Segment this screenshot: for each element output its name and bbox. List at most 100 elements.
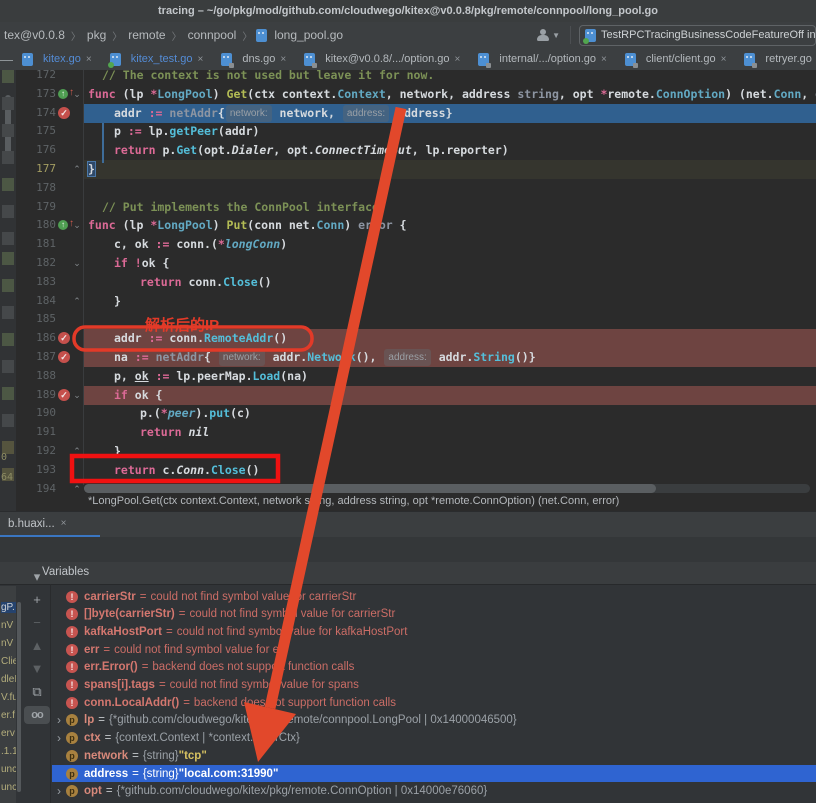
go-file-icon <box>221 53 232 66</box>
verified-breakpoint-icon[interactable]: ✓ <box>58 351 70 363</box>
frame-item-clipped[interactable]: er.f <box>1 710 16 721</box>
editor-tab-dns-go[interactable]: dns.go× <box>212 48 295 70</box>
close-icon[interactable]: × <box>61 518 67 529</box>
code-text[interactable]: } <box>88 161 95 178</box>
variable-row-err-error-[interactable]: !err.Error()=backend does not support fu… <box>52 659 816 676</box>
code-text[interactable]: na := netAddr{ network: addr.Network(), … <box>114 349 536 366</box>
editor-tab-retryer-go[interactable]: retryer.go× <box>735 48 816 70</box>
duplicate-watch-button[interactable]: ⧉ <box>24 683 50 701</box>
code-text[interactable]: // Put implements the ConnPool interface… <box>102 199 386 216</box>
fold-marker-icon[interactable]: ⌄ <box>72 255 82 271</box>
expand-chevron-icon[interactable]: › <box>52 713 66 727</box>
frame-item-clipped[interactable]: gP. <box>1 602 16 613</box>
code-editor[interactable]: 064 172// The context is not used but le… <box>0 70 816 511</box>
editor-tab-internal-option-go[interactable]: internal/.../option.go× <box>469 48 615 70</box>
frame-item-clipped[interactable]: nV <box>1 620 16 631</box>
variable-row-ctx[interactable]: ›pctx={context.Context | *context.timerC… <box>52 730 816 747</box>
code-text[interactable]: // The context is not used but leave it … <box>102 70 434 84</box>
fold-marker-icon[interactable]: ⌄ <box>72 387 82 403</box>
breadcrumb-item-tex-v0-0-8[interactable]: tex@v0.0.8 <box>2 28 67 42</box>
variable-row-network[interactable]: pnetwork={string} "tcp" <box>52 747 816 764</box>
tab-overflow-dash-icon[interactable]: — <box>0 48 13 70</box>
code-text[interactable]: if ok { <box>114 387 162 404</box>
code-text[interactable]: addr := netAddr{network: network, addres… <box>114 105 453 122</box>
code-text[interactable]: func (lp *LongPool) Put(conn net.Conn) e… <box>88 217 407 234</box>
editor-tab-kitex-test-go[interactable]: kitex_test.go× <box>101 48 213 70</box>
fold-marker-icon[interactable]: ⌃ <box>72 443 82 459</box>
frame-item-clipped[interactable]: .1.1 <box>1 746 16 757</box>
code-text[interactable]: return c.Conn.Close() <box>114 462 259 479</box>
code-text[interactable]: return nil <box>140 424 209 441</box>
editor-tab-kitex-go[interactable]: kitex.go× <box>13 48 101 70</box>
variable-row-conn-localaddr-[interactable]: !conn.LocalAddr()=backend does not suppo… <box>52 694 816 711</box>
variable-name: opt <box>84 785 102 797</box>
breadcrumb-item-remote[interactable]: remote <box>126 28 167 42</box>
move-watch-down-button[interactable]: ▼ <box>24 660 50 678</box>
code-text[interactable]: p.(*peer).put(c) <box>140 405 251 422</box>
variable-row-carrierstr[interactable]: !carrierStr=could not find symbol value … <box>52 588 816 605</box>
code-text[interactable]: p := lp.getPeer(addr) <box>114 123 259 140</box>
frame-item-clipped[interactable]: nV <box>1 638 16 649</box>
code-text[interactable]: return p.Get(opt.Dialer, opt.ConnectTime… <box>114 142 509 159</box>
horizontal-scrollbar-thumb[interactable] <box>84 484 656 493</box>
expand-chevron-icon[interactable]: › <box>52 784 66 798</box>
editor-tab-kitex-v0-0-8-option-go[interactable]: kitex@v0.0.8/.../option.go× <box>295 48 469 70</box>
frames-scrollbar[interactable] <box>17 602 21 792</box>
close-icon[interactable]: × <box>86 54 92 65</box>
breadcrumb-item-connpool[interactable]: connpool <box>186 28 239 42</box>
close-icon[interactable]: × <box>198 54 204 65</box>
variable-row-kafkahostport[interactable]: !kafkaHostPort=could not find symbol val… <box>52 623 816 640</box>
line-number: 191 <box>16 425 56 438</box>
go-file-icon <box>304 53 315 66</box>
variable-row--byte-carrierstr-[interactable]: ![]byte(carrierStr)=could not find symbo… <box>52 606 816 623</box>
breadcrumb-separator: 〉 <box>108 28 126 43</box>
fold-marker-icon[interactable]: ⌃ <box>72 161 82 177</box>
close-icon[interactable]: × <box>601 54 607 65</box>
code-text[interactable]: c, ok := conn.(*longConn) <box>114 236 287 253</box>
code-text[interactable]: if !ok { <box>114 255 169 272</box>
verified-breakpoint-icon[interactable]: ✓ <box>58 107 70 119</box>
variable-row-address[interactable]: paddress={string} "local.com:31990" <box>52 765 816 782</box>
frame-item-clipped[interactable]: Clie <box>1 656 16 667</box>
equals-sign: = <box>183 697 190 709</box>
variable-row-err[interactable]: !err=could not find symbol value for err <box>52 641 816 658</box>
verified-breakpoint-icon[interactable]: ✓ <box>58 332 70 344</box>
breadcrumb-item-long-pool-go[interactable]: long_pool.go <box>272 28 345 42</box>
code-text[interactable]: p, ok := lp.peerMap.Load(na) <box>114 368 308 385</box>
breadcrumb-item-pkg[interactable]: pkg <box>85 28 108 42</box>
add-watch-button[interactable]: + <box>24 591 50 609</box>
variable-row-opt[interactable]: ›popt={*github.com/cloudwego/kitex/pkg/r… <box>52 783 816 800</box>
code-text[interactable]: } <box>114 443 121 460</box>
code-text[interactable]: } <box>114 293 121 310</box>
show-watches-toggle[interactable]: oo <box>24 706 50 724</box>
frame-item-clipped[interactable]: unc <box>1 782 16 793</box>
fold-marker-icon[interactable]: ⌄ <box>72 217 82 233</box>
close-icon[interactable]: × <box>721 54 727 65</box>
frame-item-clipped[interactable]: dleI <box>1 674 16 685</box>
close-icon[interactable]: × <box>455 54 461 65</box>
chevron-down-icon[interactable]: ▼ <box>552 31 560 40</box>
run-configuration-select[interactable]: TestRPCTracingBusinessCodeFeatureOff in … <box>579 25 816 46</box>
user-profile-icon[interactable] <box>536 28 550 42</box>
expand-chevron-icon[interactable]: › <box>52 731 66 745</box>
code-text[interactable]: func (lp *LongPool) Get(ctx context.Cont… <box>88 86 816 103</box>
fold-marker-icon[interactable]: ⌃ <box>72 481 82 497</box>
verified-breakpoint-icon[interactable]: ✓ <box>58 389 70 401</box>
debug-session-tab[interactable]: b.huaxi... × <box>0 512 75 535</box>
move-watch-up-button[interactable]: ▲ <box>24 637 50 655</box>
clipped-frames-list[interactable]: gP. nV nV Clie dleI V.fu er.f erv .1.1 unc unc <box>0 586 16 803</box>
frame-item-clipped[interactable]: erv <box>1 728 16 739</box>
frame-item-clipped[interactable]: unc <box>1 764 16 775</box>
fold-marker-icon[interactable]: ⌃ <box>72 293 82 309</box>
frame-item-clipped[interactable]: V.fu <box>1 692 16 703</box>
remove-watch-button[interactable]: − <box>24 614 50 632</box>
go-file-icon <box>478 53 489 66</box>
variable-row-lp[interactable]: ›plp={*github.com/cloudwego/kitex/pkg/re… <box>52 712 816 729</box>
fold-marker-icon[interactable]: ⌄ <box>72 86 82 102</box>
editor-tab-client-client-go[interactable]: client/client.go× <box>616 48 736 70</box>
frames-collapse-icon[interactable]: ▾ <box>24 568 50 586</box>
code-text[interactable]: return conn.Close() <box>140 274 272 291</box>
close-icon[interactable]: × <box>280 54 286 65</box>
code-text[interactable]: addr := conn.RemoteAddr() <box>114 330 287 347</box>
variable-row-spans-i-tags[interactable]: !spans[i].tags=could not find symbol val… <box>52 677 816 694</box>
